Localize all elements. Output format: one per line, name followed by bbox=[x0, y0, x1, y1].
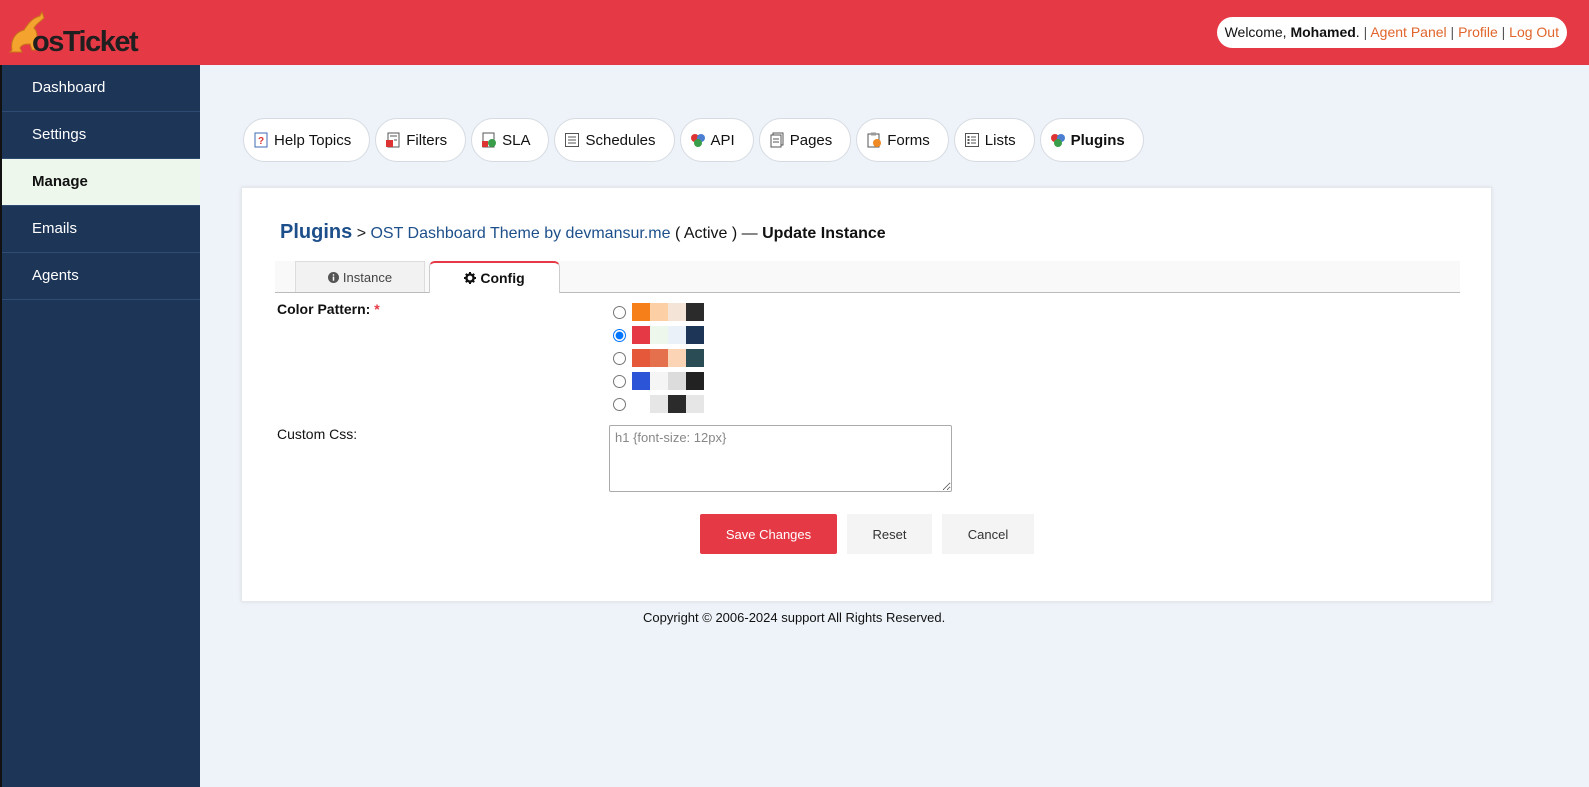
breadcrumb-plugin-link[interactable]: OST Dashboard Theme by devmansur.me bbox=[370, 225, 670, 242]
breadcrumb-plugins[interactable]: Plugins bbox=[280, 221, 352, 243]
color-swatch bbox=[650, 349, 668, 367]
color-pattern-label: Color Pattern: * bbox=[277, 301, 380, 317]
sla-icon bbox=[482, 132, 497, 148]
welcome-prefix: Welcome, bbox=[1224, 24, 1291, 40]
tab-help-topics[interactable]: ? Help Topics bbox=[243, 118, 371, 162]
tab-config[interactable]: Config bbox=[429, 261, 560, 293]
info-icon bbox=[327, 271, 339, 283]
color-swatch bbox=[632, 395, 650, 413]
sidebar-item-manage[interactable]: Manage bbox=[2, 159, 200, 206]
sidebar: Dashboard Settings Manage Emails Agents bbox=[0, 65, 200, 787]
cancel-button[interactable]: Cancel bbox=[942, 514, 1034, 554]
color-swatch bbox=[632, 372, 650, 390]
profile-link[interactable]: Profile bbox=[1458, 24, 1498, 40]
color-pattern-radio[interactable] bbox=[613, 397, 626, 411]
top-bar: osTicket Welcome, Mohamed. | Agent Panel… bbox=[0, 0, 1589, 65]
help-topics-icon: ? bbox=[254, 132, 268, 148]
main-panel: Plugins > OST Dashboard Theme by devmans… bbox=[241, 187, 1492, 602]
color-pattern-radio[interactable] bbox=[613, 374, 626, 388]
config-subtabs: Instance Config bbox=[275, 261, 1460, 293]
breadcrumb: Plugins > OST Dashboard Theme by devmans… bbox=[280, 221, 886, 243]
agent-panel-link[interactable]: Agent Panel bbox=[1370, 24, 1446, 40]
color-pattern-option[interactable] bbox=[613, 395, 704, 413]
color-pattern-radio[interactable] bbox=[613, 351, 626, 365]
tab-lists[interactable]: Lists bbox=[953, 118, 1035, 162]
copyright-text: Copyright © 2006-2024 support All Rights… bbox=[643, 610, 946, 625]
gear-icon bbox=[464, 272, 477, 284]
sidebar-item-agents[interactable]: Agents bbox=[2, 253, 200, 300]
api-icon bbox=[690, 134, 705, 147]
sidebar-item-emails[interactable]: Emails bbox=[2, 206, 200, 253]
color-swatch bbox=[632, 349, 650, 367]
lists-icon bbox=[964, 133, 979, 147]
osticket-logo[interactable]: osTicket bbox=[6, 8, 139, 58]
tab-instance[interactable]: Instance bbox=[295, 261, 425, 292]
color-swatch bbox=[668, 303, 686, 321]
required-marker: * bbox=[374, 301, 380, 317]
manage-tabs: ? Help Topics Filters SLA Schedules API … bbox=[243, 118, 1144, 162]
color-pattern-option[interactable] bbox=[613, 303, 704, 321]
svg-text:?: ? bbox=[258, 136, 264, 147]
save-changes-button[interactable]: Save Changes bbox=[700, 514, 837, 554]
tab-forms[interactable]: Forms bbox=[856, 118, 949, 162]
pages-icon bbox=[770, 132, 784, 148]
color-swatch bbox=[650, 372, 668, 390]
plugin-status: ( Active ) bbox=[674, 225, 738, 242]
tab-schedules[interactable]: Schedules bbox=[554, 118, 675, 162]
color-swatch bbox=[686, 372, 704, 390]
color-swatch bbox=[668, 372, 686, 390]
sidebar-item-dashboard[interactable]: Dashboard bbox=[2, 65, 200, 112]
logout-link[interactable]: Log Out bbox=[1509, 24, 1559, 40]
tab-plugins[interactable]: Plugins bbox=[1039, 118, 1144, 162]
color-swatch bbox=[668, 326, 686, 344]
color-pattern-option[interactable] bbox=[613, 372, 704, 390]
plugins-icon bbox=[1050, 134, 1065, 147]
color-swatch bbox=[686, 395, 704, 413]
color-pattern-option[interactable] bbox=[613, 326, 704, 344]
tab-api[interactable]: API bbox=[679, 118, 754, 162]
color-swatch bbox=[686, 326, 704, 344]
user-name: Mohamed bbox=[1290, 24, 1356, 40]
color-swatch bbox=[686, 349, 704, 367]
custom-css-input[interactable] bbox=[609, 425, 952, 492]
color-swatch bbox=[650, 326, 668, 344]
color-pattern-option[interactable] bbox=[613, 349, 704, 367]
tab-sla[interactable]: SLA bbox=[471, 118, 550, 162]
custom-css-label: Custom Css: bbox=[277, 426, 358, 442]
tab-filters[interactable]: Filters bbox=[375, 118, 467, 162]
filters-icon bbox=[386, 132, 400, 148]
color-pattern-radio[interactable] bbox=[613, 305, 626, 319]
color-swatch bbox=[632, 326, 650, 344]
page-title: Update Instance bbox=[762, 225, 886, 242]
tab-pages[interactable]: Pages bbox=[758, 118, 852, 162]
color-swatch bbox=[650, 303, 668, 321]
welcome-box: Welcome, Mohamed. | Agent Panel | Profil… bbox=[1216, 17, 1567, 48]
color-swatch bbox=[668, 349, 686, 367]
color-swatch bbox=[632, 303, 650, 321]
schedules-icon bbox=[565, 133, 580, 147]
sidebar-item-settings[interactable]: Settings bbox=[2, 112, 200, 159]
color-swatch bbox=[668, 395, 686, 413]
color-pattern-radio[interactable] bbox=[613, 328, 626, 342]
logo-text: osTicket bbox=[32, 26, 139, 58]
color-swatch bbox=[650, 395, 668, 413]
color-swatch bbox=[686, 303, 704, 321]
reset-button[interactable]: Reset bbox=[847, 514, 932, 554]
forms-icon bbox=[867, 132, 882, 148]
